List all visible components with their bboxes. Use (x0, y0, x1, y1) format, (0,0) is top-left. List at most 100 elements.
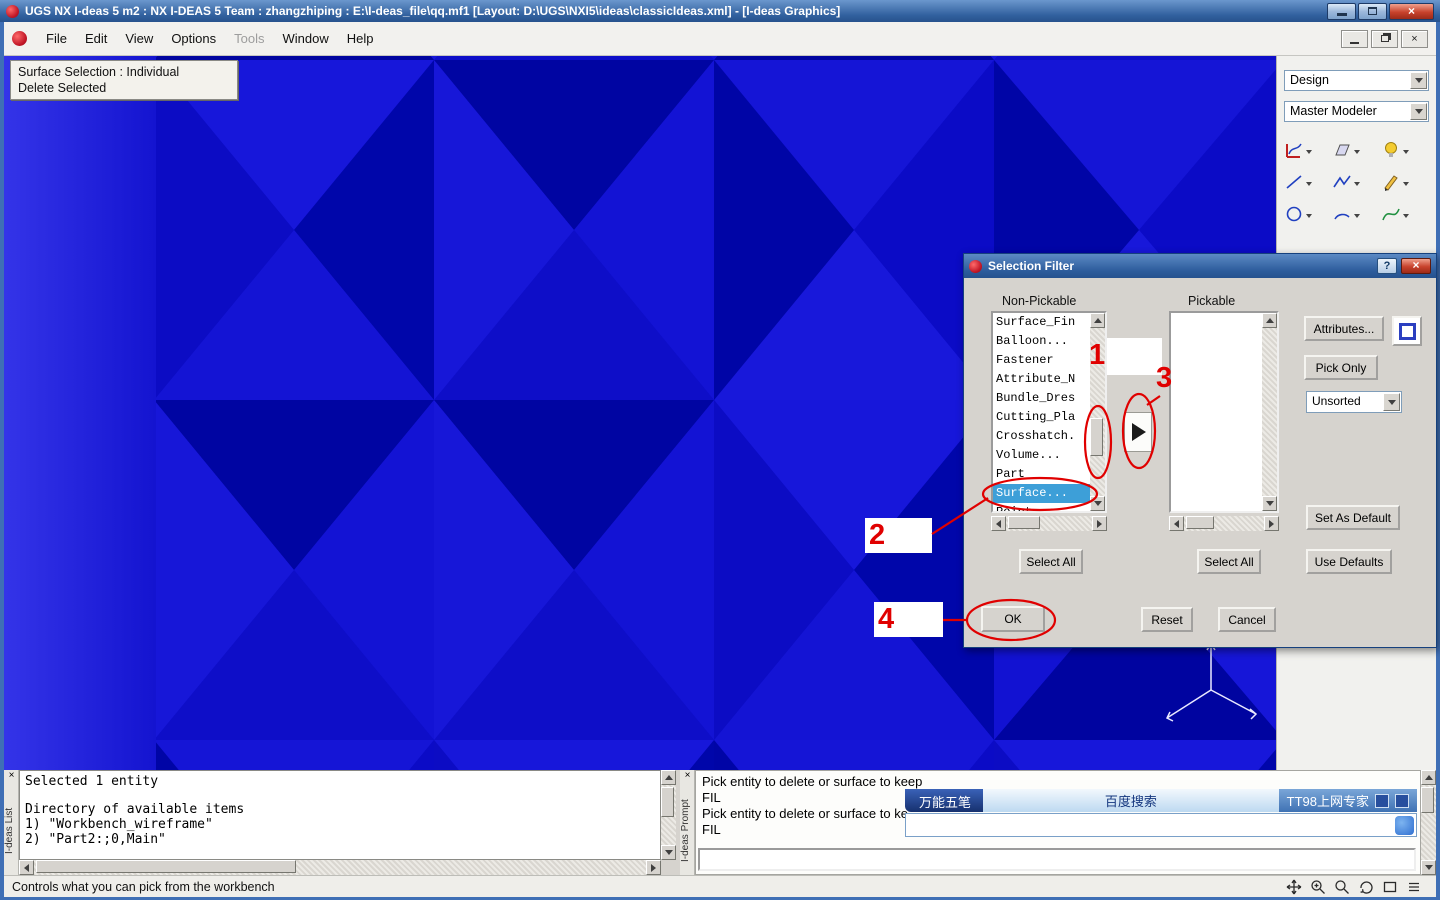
pickable-list[interactable] (1169, 311, 1279, 513)
pencil-tool-button[interactable] (1381, 172, 1429, 192)
scroll-down-button[interactable] (1421, 860, 1436, 875)
scroll-down-button[interactable] (1262, 496, 1277, 511)
window-fit-icon[interactable] (1382, 879, 1398, 895)
scroll-up-button[interactable] (1090, 313, 1105, 328)
list-item[interactable]: Cutting_Pla (993, 408, 1090, 427)
list-item[interactable]: Part (993, 465, 1090, 484)
chevron-down-icon[interactable] (1410, 72, 1427, 89)
chevron-down-icon[interactable] (1354, 214, 1361, 221)
scroll-right-button[interactable] (1092, 516, 1107, 531)
task-dropdown[interactable]: Design (1284, 70, 1429, 91)
scroll-right-button[interactable] (646, 860, 661, 875)
child-restore-button[interactable] (1371, 29, 1398, 48)
list-item[interactable]: Point (993, 503, 1090, 511)
ideas-prompt-tab[interactable]: × I-deas Prompt (680, 770, 695, 875)
chevron-down-icon[interactable] (1354, 182, 1361, 189)
scroll-thumb[interactable] (36, 860, 296, 873)
scroll-thumb[interactable] (1186, 516, 1214, 529)
list-view-icon[interactable] (1406, 879, 1422, 895)
sketch-in-place-button[interactable] (1284, 140, 1332, 160)
list-item[interactable]: Volume... (993, 446, 1090, 465)
scroll-thumb[interactable] (1008, 516, 1040, 529)
close-icon[interactable]: × (680, 770, 695, 783)
close-button[interactable]: × (1389, 2, 1434, 20)
rotate-icon[interactable] (1358, 879, 1374, 895)
menu-options[interactable]: Options (162, 27, 225, 50)
ideas-list-tab[interactable]: × I-deas List (4, 770, 19, 875)
scroll-left-button[interactable] (19, 860, 34, 875)
chevron-down-icon[interactable] (1410, 103, 1427, 120)
attributes-button[interactable]: Attributes... (1304, 316, 1384, 341)
list-item[interactable]: Bundle_Dres (993, 389, 1090, 408)
ime-tab-tt98[interactable]: TT98上网专家 (1287, 791, 1369, 810)
minimize-button[interactable] (1327, 2, 1356, 20)
scroll-thumb[interactable] (661, 787, 674, 817)
chevron-down-icon[interactable] (1402, 182, 1409, 189)
scroll-left-button[interactable] (1169, 516, 1184, 531)
set-as-default-button[interactable]: Set As Default (1306, 505, 1400, 530)
ime-search-input[interactable] (906, 814, 1395, 836)
pan-icon[interactable] (1286, 879, 1302, 895)
prompt-input-field[interactable] (698, 848, 1416, 871)
menu-edit[interactable]: Edit (76, 27, 116, 50)
chevron-down-icon[interactable] (1306, 182, 1312, 189)
dialog-help-button[interactable]: ? (1377, 258, 1397, 274)
line-tool-button[interactable] (1284, 172, 1332, 192)
lightbulb-button[interactable] (1381, 140, 1429, 160)
ime-tool-icon[interactable] (1395, 793, 1409, 808)
close-icon[interactable]: × (4, 770, 19, 783)
menu-window[interactable]: Window (273, 27, 337, 50)
list-item[interactable]: Crosshatch. (993, 427, 1090, 446)
list-item[interactable]: Attribute_N (993, 370, 1090, 389)
list-item[interactable]: Balloon... (993, 332, 1090, 351)
ok-button[interactable]: OK (981, 606, 1045, 632)
circle-tool-button[interactable] (1284, 204, 1332, 224)
child-close-button[interactable]: × (1401, 29, 1428, 48)
spline-tool-button[interactable] (1381, 204, 1429, 224)
maximize-button[interactable] (1358, 2, 1387, 20)
select-all-nonpickable-button[interactable]: Select All (1019, 549, 1083, 574)
scroll-up-button[interactable] (661, 770, 676, 785)
zoom-in-icon[interactable] (1310, 879, 1326, 895)
list-hscrollbar[interactable] (19, 860, 661, 875)
polyline-tool-button[interactable] (1332, 172, 1380, 192)
reference-plane-button[interactable] (1332, 140, 1380, 160)
cancel-button[interactable]: Cancel (1218, 607, 1276, 632)
scroll-down-button[interactable] (1090, 496, 1105, 511)
scroll-thumb[interactable] (1421, 787, 1434, 813)
menu-file[interactable]: File (37, 27, 76, 50)
list-item[interactable]: Surface_Fin (993, 313, 1090, 332)
chevron-down-icon[interactable] (1402, 150, 1409, 157)
zoom-icon[interactable] (1334, 879, 1350, 895)
scroll-right-button[interactable] (1264, 516, 1279, 531)
sort-dropdown[interactable]: Unsorted (1306, 391, 1402, 413)
prompt-vscrollbar[interactable] (1421, 770, 1436, 875)
chevron-down-icon[interactable] (1306, 214, 1312, 221)
reset-button[interactable]: Reset (1141, 607, 1193, 632)
ideas-list-output[interactable]: Selected 1 entity Directory of available… (19, 770, 661, 860)
scroll-up-button[interactable] (1262, 313, 1277, 328)
dialog-close-button[interactable]: × (1401, 258, 1431, 274)
ime-search-button[interactable] (1395, 815, 1414, 835)
pickable-vscrollbar[interactable] (1262, 313, 1277, 511)
ime-tool-icon[interactable] (1375, 793, 1389, 808)
module-dropdown[interactable]: Master Modeler (1284, 101, 1429, 122)
list-vscrollbar[interactable] (661, 770, 676, 860)
scroll-down-button[interactable] (661, 845, 676, 860)
dialog-titlebar[interactable]: Selection Filter ? × (964, 254, 1436, 278)
chevron-down-icon[interactable] (1402, 214, 1409, 221)
menu-help[interactable]: Help (338, 27, 383, 50)
select-all-pickable-button[interactable]: Select All (1197, 549, 1261, 574)
scroll-thumb[interactable] (1090, 418, 1103, 456)
use-defaults-button[interactable]: Use Defaults (1306, 549, 1392, 574)
chevron-down-icon[interactable] (1306, 150, 1312, 157)
non-pickable-hscrollbar[interactable] (991, 516, 1107, 531)
arc-tool-button[interactable] (1332, 204, 1380, 224)
chevron-down-icon[interactable] (1383, 393, 1400, 411)
move-to-pickable-button[interactable] (1124, 412, 1152, 452)
scroll-up-button[interactable] (1421, 770, 1436, 785)
ime-name-label[interactable]: 万能五笔 (905, 789, 984, 812)
pickable-hscrollbar[interactable] (1169, 516, 1279, 531)
chevron-down-icon[interactable] (1354, 150, 1361, 157)
pick-only-button[interactable]: Pick Only (1304, 355, 1378, 380)
